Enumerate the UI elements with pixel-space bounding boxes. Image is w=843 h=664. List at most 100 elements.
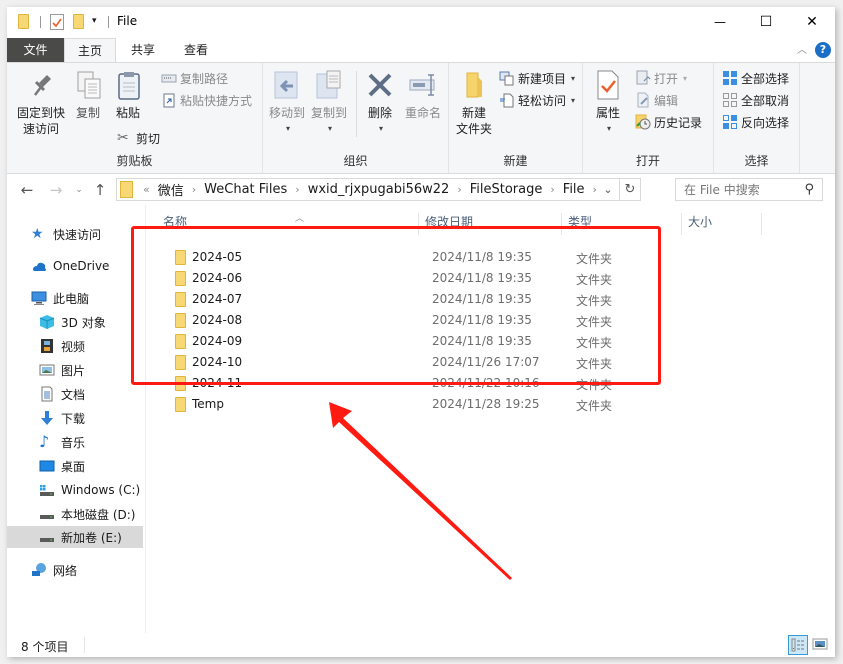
new-folder-icon: [458, 69, 490, 101]
nav-item-3d-objects[interactable]: 3D 对象: [39, 311, 106, 333]
breadcrumb-item[interactable]: FileStorage: [466, 182, 547, 197]
minimize-button[interactable]: —: [697, 7, 743, 37]
breadcrumb-item[interactable]: WeChat Files: [200, 182, 291, 197]
collapse-ribbon-icon[interactable]: ︿: [797, 41, 807, 56]
customize-quick-access-icon[interactable]: ▾: [92, 16, 97, 32]
arrow-left-icon: ←: [20, 181, 34, 199]
nav-item-this-pc[interactable]: 此电脑: [31, 287, 89, 309]
invert-selection-button[interactable]: 反向选择: [722, 112, 789, 132]
paste-shortcut-button[interactable]: 粘贴快捷方式: [161, 90, 252, 110]
maximize-icon: ☐: [759, 14, 773, 30]
details-view-icon: [791, 638, 804, 652]
new-item-button[interactable]: 新建项目 ▾: [499, 68, 575, 88]
back-button[interactable]: ←: [18, 181, 36, 199]
nav-item-downloads[interactable]: 下载: [39, 407, 85, 429]
copy-button[interactable]: 复制: [73, 69, 103, 121]
file-row[interactable]: 2024-05 2024/11/8 19:35 文件夹: [164, 247, 634, 268]
search-icon[interactable]: ⚲: [804, 182, 814, 197]
recent-locations-button[interactable]: ⌄: [70, 181, 88, 199]
folder-icon: [18, 14, 29, 29]
computer-icon: [31, 290, 47, 306]
tab-home[interactable]: 主页: [64, 38, 116, 63]
up-button[interactable]: ↑: [91, 181, 109, 199]
delete-button[interactable]: 删除 ▾: [363, 69, 397, 137]
nav-item-windows-c[interactable]: Windows (C:): [39, 479, 140, 501]
file-name: 2024-10: [192, 355, 243, 369]
paste-button[interactable]: 粘贴: [113, 69, 143, 121]
file-row[interactable]: 2024-11 2024/11/22 10:16 文件夹: [164, 373, 634, 394]
column-header-date[interactable]: 修改日期: [419, 213, 562, 235]
tab-share[interactable]: 共享: [117, 38, 169, 62]
properties-button[interactable]: 属性 ▾: [591, 69, 625, 137]
properties-quick-access-icon[interactable]: [50, 14, 64, 30]
folder-icon: [175, 355, 186, 370]
nav-item-music[interactable]: ♪ 音乐: [39, 431, 85, 453]
folder-icon: [175, 292, 186, 307]
group-clipboard: 固定到快 速访问 复制 粘贴 ✂ 剪切 复制路径 粘贴快捷方式 剪贴板: [7, 63, 263, 173]
file-row[interactable]: 2024-10 2024/11/26 17:07 文件夹: [164, 352, 634, 373]
copy-to-button[interactable]: 复制到 ▾: [310, 69, 348, 137]
copy-path-button[interactable]: 复制路径: [161, 68, 228, 88]
breadcrumb-item[interactable]: 微信: [154, 180, 188, 199]
nav-item-local-disk-d[interactable]: 本地磁盘 (D:): [39, 503, 135, 525]
file-row[interactable]: Temp 2024/11/28 19:25 文件夹: [164, 394, 634, 415]
file-row[interactable]: 2024-06 2024/11/8 19:35 文件夹: [164, 268, 634, 289]
overflow-chevron-icon[interactable]: «: [139, 183, 154, 196]
nav-item-pictures[interactable]: 图片: [39, 359, 85, 381]
breadcrumb-separator-icon[interactable]: ›: [546, 183, 558, 196]
windows-drive-icon: [39, 482, 55, 498]
open-button[interactable]: 打开 ▾: [635, 68, 687, 88]
window-title: File: [117, 14, 138, 28]
folder-icon: [175, 271, 186, 286]
nav-item-quick-access[interactable]: ★ 快速访问: [31, 223, 101, 245]
forward-button[interactable]: →: [47, 181, 65, 199]
nav-item-network[interactable]: 网络: [31, 559, 77, 581]
breadcrumb-separator-icon[interactable]: ›: [453, 183, 465, 196]
new-folder-quick-access-icon[interactable]: [73, 14, 84, 29]
edit-button[interactable]: 编辑: [635, 90, 678, 110]
address-history-dropdown[interactable]: ⌄: [599, 179, 617, 200]
refresh-button[interactable]: ↻: [619, 179, 640, 200]
file-name: 2024-08: [192, 313, 243, 327]
tab-view[interactable]: 查看: [170, 38, 222, 62]
large-icons-view-button[interactable]: [811, 635, 831, 655]
close-button[interactable]: ✕: [789, 7, 835, 37]
help-icon[interactable]: ?: [815, 42, 831, 58]
nav-item-new-volume-e[interactable]: 新加卷 (E:): [7, 526, 143, 548]
column-header-size[interactable]: 大小: [682, 213, 762, 235]
move-to-icon: [271, 69, 303, 101]
pin-to-quick-access-button[interactable]: 固定到快 速访问: [13, 69, 69, 137]
history-button[interactable]: 历史记录: [635, 112, 702, 132]
breadcrumb-separator-icon[interactable]: ›: [188, 183, 200, 196]
column-header-type[interactable]: 类型: [562, 213, 682, 235]
new-folder-button[interactable]: 新建 文件夹: [454, 69, 494, 137]
nav-item-documents[interactable]: 文档: [39, 383, 85, 405]
tab-file[interactable]: 文件: [7, 38, 64, 62]
nav-item-videos[interactable]: 视频: [39, 335, 85, 357]
file-date: 2024/11/8 19:35: [432, 271, 532, 285]
breadcrumb-separator-icon[interactable]: ›: [291, 183, 303, 196]
film-icon: [39, 338, 55, 354]
breadcrumb-item[interactable]: wxid_rjxpugabi56w22: [304, 182, 454, 197]
folder-icon: [175, 313, 186, 328]
address-bar[interactable]: « 微信 › WeChat Files › wxid_rjxpugabi56w2…: [116, 178, 641, 201]
picture-icon: [39, 362, 55, 378]
file-row[interactable]: 2024-09 2024/11/8 19:35 文件夹: [164, 331, 634, 352]
file-row[interactable]: 2024-08 2024/11/8 19:35 文件夹: [164, 310, 634, 331]
navigation-pane: ★ 快速访问 OneDrive 此电脑 3D 对象 视频 图片 文档 下载 ♪ …: [7, 205, 146, 633]
properties-icon: [592, 69, 624, 101]
select-all-button[interactable]: 全部选择: [722, 68, 789, 88]
select-none-button[interactable]: 全部取消: [722, 90, 789, 110]
column-header-name[interactable]: 名称 ︿: [157, 213, 419, 235]
file-row[interactable]: 2024-07 2024/11/8 19:35 文件夹: [164, 289, 634, 310]
maximize-button[interactable]: ☐: [743, 7, 789, 37]
move-to-button[interactable]: 移动到 ▾: [268, 69, 306, 137]
search-input[interactable]: 在 File 中搜索 ⚲: [675, 178, 823, 201]
easy-access-button[interactable]: 轻松访问 ▾: [499, 90, 575, 110]
nav-item-desktop[interactable]: 桌面: [39, 455, 85, 477]
cut-button[interactable]: ✂ 剪切: [117, 128, 160, 148]
nav-item-onedrive[interactable]: OneDrive: [31, 255, 109, 277]
breadcrumb-item[interactable]: File: [559, 182, 589, 197]
rename-button[interactable]: 重命名: [403, 69, 443, 121]
details-view-button[interactable]: [788, 635, 808, 655]
